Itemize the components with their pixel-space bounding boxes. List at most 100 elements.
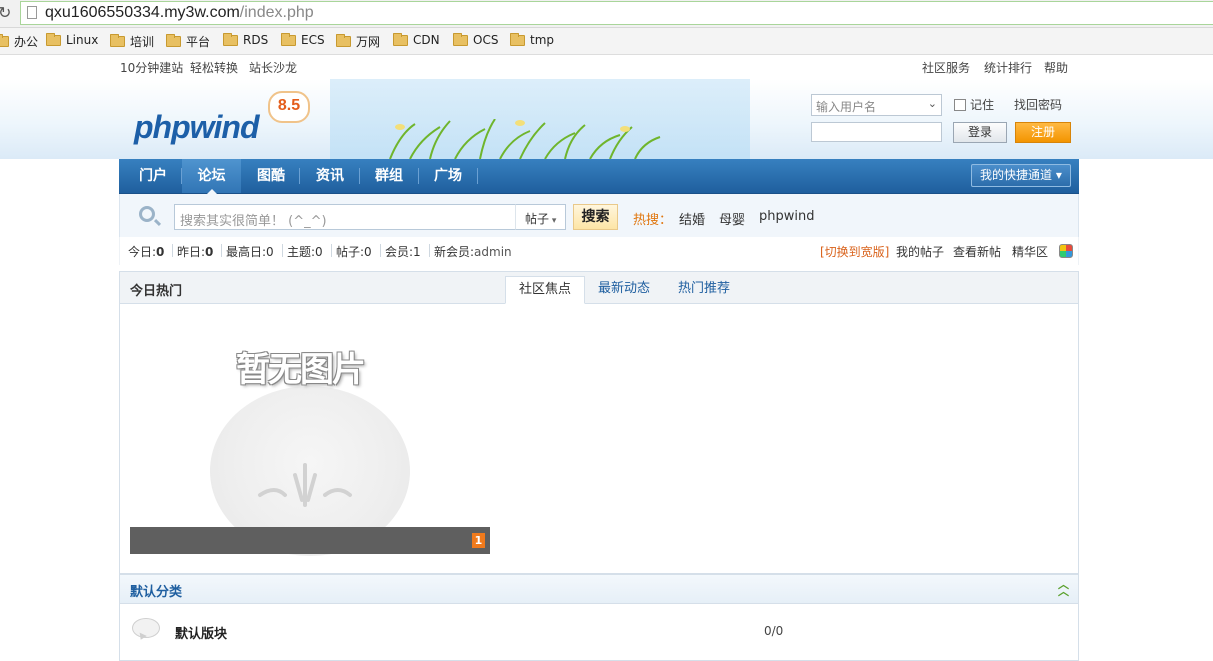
bookmark-folder[interactable]: 万网 [336,33,380,50]
category-title[interactable]: 默认分类 [130,581,182,600]
tab-latest-activity[interactable]: 最新动态 [588,276,660,304]
stat-members-value: 1 [413,245,421,259]
folder-icon [166,34,181,47]
bookmark-label: 万网 [356,35,381,49]
url-host: qxu1606550334.my3w.com [45,4,240,21]
slideshow-caption-bar [130,527,490,554]
forum-topic-post-count: 0/0 [764,624,784,638]
bookmark-folder[interactable]: OCS [453,32,498,47]
username-select[interactable]: 输入用户名 ⌄ [811,94,942,116]
stat-divider [172,244,173,257]
bookmark-folder[interactable]: 办公 [0,33,38,50]
stat-members-label: 会员: [385,245,414,259]
username-placeholder: 输入用户名 [816,100,877,114]
tab-community-focus[interactable]: 社区焦点 [505,276,585,304]
stat-yesterday-label: 昨日: [177,245,206,259]
main-nav: 门户 论坛 图酷 资讯 群组 广场 [119,159,1079,194]
folder-icon [281,32,296,46]
search-type-select[interactable]: 帖子 ▾ [515,204,566,230]
bookmark-label: CDN [413,33,440,47]
theme-color-icon[interactable] [1059,244,1073,258]
url-path: /index.php [239,4,314,21]
bookmark-label: RDS [243,33,269,47]
toplink-build-site[interactable]: 10分钟建站 [120,59,183,76]
bookmark-folder[interactable]: tmp [510,32,555,47]
remember-label: 记住 [970,98,995,112]
stat-members: 会员:1 [385,243,421,260]
search-button[interactable]: 搜索 [573,204,618,230]
nav-groups[interactable]: 群组 [362,159,416,193]
nav-divider [359,168,360,184]
nav-portal[interactable]: 门户 [127,159,179,193]
folder-icon [46,32,61,46]
stat-yesterday: 昨日:0 [177,243,213,260]
stat-topics-label: 主题: [287,245,316,259]
nav-divider [299,168,300,184]
chevron-down-icon: ▾ [549,216,557,226]
bookmark-folder[interactable]: CDN [393,32,440,47]
toplink-help[interactable]: 帮助 [1044,59,1068,76]
hot-search-item[interactable]: phpwind [759,209,814,224]
bookmark-folder[interactable]: Linux [46,32,98,47]
folder-icon [336,34,351,47]
toplink-community-service[interactable]: 社区服务 [922,59,970,76]
url-field[interactable]: qxu1606550334.my3w.com/index.php [20,1,1213,25]
stat-posts: 帖子:0 [336,243,372,260]
stat-posts-label: 帖子: [336,245,365,259]
site-logo[interactable]: phpwind [134,109,260,146]
remember-me[interactable]: 记住 [954,96,994,113]
quick-access-button[interactable]: 我的快捷通道 ▾ [971,164,1071,187]
site-header: phpwind 8.5 输入用户名 ⌄ 记住 找回密码 登录 注册 [0,79,1213,159]
slide-index-button[interactable]: 1 [472,533,485,548]
login-button[interactable]: 登录 [953,122,1007,143]
password-field[interactable] [811,122,942,142]
hot-search-label: 热搜： [633,213,673,228]
forgot-password-link[interactable]: 找回密码 [1014,96,1062,113]
search-icon [139,206,155,222]
bookmarks-bar: 办公 Linux 培训 平台 RDS ECS 万网 CDN OCS tmp [0,28,1213,55]
view-new-posts-link[interactable]: 查看新帖 [953,243,1001,260]
digest-link[interactable]: 精华区 [1012,243,1048,260]
collapse-icon[interactable]: ︿ ︿ [1058,579,1069,597]
bookmark-folder[interactable]: ECS [281,32,325,47]
placeholder-face-icon [258,463,352,507]
stat-newest-member: 新会员:admin [434,243,512,260]
nav-gallery[interactable]: 图酷 [245,159,297,193]
bookmark-label: tmp [530,33,555,47]
category-header [119,574,1079,604]
reload-icon[interactable]: ↻ [0,3,11,22]
nav-forum[interactable]: 论坛 [182,159,241,194]
search-input[interactable]: 搜索其实很简单！ (^_^) [174,204,516,230]
nav-news[interactable]: 资讯 [303,159,357,193]
bookmark-folder[interactable]: RDS [223,32,269,47]
stat-divider [331,244,332,257]
toplink-stats-ranking[interactable]: 统计排行 [984,59,1032,76]
version-badge: 8.5 [268,91,310,123]
folder-icon [0,34,9,47]
url-text: qxu1606550334.my3w.com/index.php [45,4,314,22]
stat-today-label: 今日: [128,245,157,259]
register-button[interactable]: 注册 [1015,122,1071,143]
newest-member-link[interactable]: admin [474,245,512,259]
stat-max: 最高日:0 [226,243,274,260]
bookmark-folder[interactable]: 培训 [110,33,154,50]
folder-icon [393,32,408,46]
remember-checkbox[interactable] [954,98,966,111]
my-posts-link[interactable]: 我的帖子 [896,243,944,260]
hot-panel-title: 今日热门 [130,284,183,299]
toplink-salon[interactable]: 站长沙龙 [249,59,297,76]
address-bar: ↻ qxu1606550334.my3w.com/index.php [0,0,1213,28]
bookmark-folder[interactable]: 平台 [166,33,210,50]
hot-search-item[interactable]: 母婴 [719,209,745,228]
stat-divider [380,244,381,257]
switch-wide-link[interactable]: [切换到宽版] [820,243,889,260]
stat-yesterday-value: 0 [205,245,214,259]
hot-search-item[interactable]: 结婚 [679,209,705,228]
forum-name-link[interactable]: 默认版块 [175,623,227,642]
nav-plaza[interactable]: 广场 [421,159,475,193]
toplink-convert[interactable]: 轻松转换 [190,59,238,76]
folder-icon [223,32,238,46]
tab-hot-recommend[interactable]: 热门推荐 [665,276,743,304]
folder-icon [110,34,125,47]
top-links-bar: 10分钟建站 轻松转换 站长沙龙 社区服务 统计排行 帮助 [0,55,1213,79]
